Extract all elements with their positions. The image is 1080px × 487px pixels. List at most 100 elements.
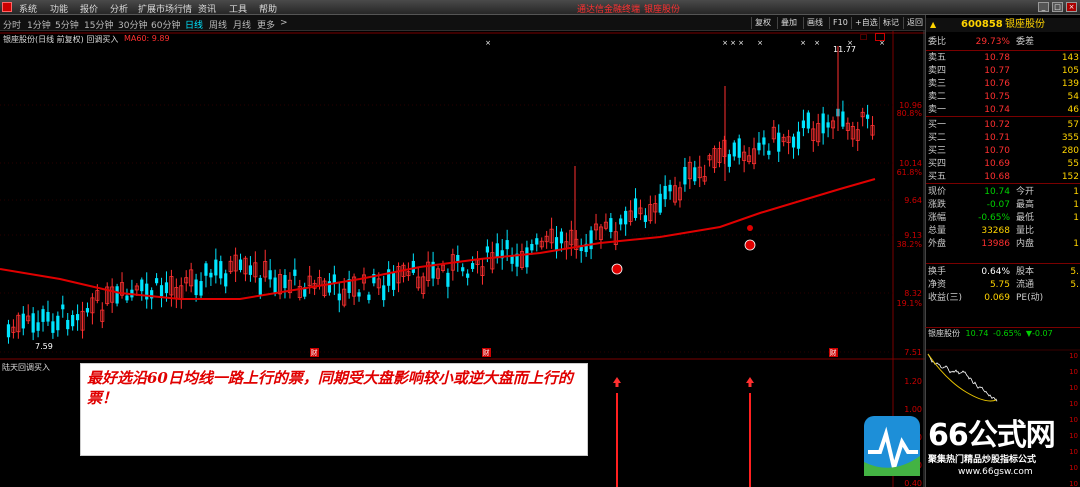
finance-marker-label: 财 — [483, 348, 490, 357]
quote-header: ▲ 600858 银座股份 — [926, 18, 1080, 32]
low-price-label: 7.59 — [35, 342, 53, 351]
buy-level-label: 买二 — [928, 133, 947, 143]
candle-body — [164, 282, 169, 294]
menu-item-quote[interactable]: 报价 — [80, 2, 98, 15]
stat2-a: 收益(三) — [928, 293, 963, 303]
tab-5min[interactable]: 5分钟 — [55, 18, 79, 31]
candle-body — [609, 218, 613, 233]
buy-level-row: 买四 10.69 55 — [926, 158, 1080, 171]
menu-item-analysis[interactable]: 分析 — [110, 2, 128, 15]
back-button[interactable]: 返回 — [903, 17, 926, 29]
signal-cross-mark: × — [730, 39, 736, 47]
stat-a: 外盘 — [928, 239, 947, 249]
buy-level-vol: 57 — [1067, 120, 1079, 130]
more-arrow-icon[interactable]: > — [280, 18, 288, 28]
candle-body — [85, 308, 90, 313]
signal-cross-mark: × — [738, 39, 744, 47]
sell-level-vol: 105 — [1061, 66, 1079, 76]
site-watermark: 66公式网 聚集热门精品炒股指标公式 www.66gsw.com — [862, 408, 1080, 487]
buy-level-price: 10.70 — [984, 146, 1010, 156]
tab-1min[interactable]: 1分钟 — [27, 18, 51, 31]
high-price-label: 11.77 — [833, 45, 856, 54]
price-tick: 8.32 — [904, 289, 922, 298]
tab-daily[interactable]: 日线 — [185, 18, 203, 31]
stat-d: 1 — [1073, 213, 1079, 223]
mini-chart-price: 10.74 — [965, 329, 989, 338]
pct-tick: 38.2% — [897, 240, 923, 249]
intraday-price-line — [927, 353, 998, 402]
draw-line-button[interactable]: 画线 — [803, 17, 826, 29]
candle-body — [36, 322, 40, 331]
stat2-a: 换手 — [928, 267, 947, 277]
candle-body — [145, 283, 149, 300]
sell-level-row: 卖三 10.76 139 — [926, 78, 1080, 91]
candle-body — [693, 167, 697, 182]
sell-level-price: 10.76 — [984, 79, 1010, 89]
menu-item-tools[interactable]: 工具 — [229, 2, 247, 15]
buy-signal-dot-small[interactable] — [747, 225, 753, 231]
stat-c: 内盘 — [1016, 239, 1035, 249]
stat-row: 总量 33268 量比 — [926, 225, 1080, 238]
candle-body — [737, 138, 741, 158]
tab-timeshare[interactable]: 分时 — [3, 18, 21, 31]
tab-weekly[interactable]: 周线 — [209, 18, 227, 31]
f10-button[interactable]: F10 — [829, 17, 851, 29]
mini-chart-title: 银座股份 — [928, 329, 960, 338]
buy-level-label: 买四 — [928, 159, 947, 169]
candle-body — [826, 122, 830, 128]
sell-level-price: 10.75 — [984, 92, 1010, 102]
tab-60min[interactable]: 60分钟 — [151, 18, 180, 31]
signal-cross-mark: × — [800, 39, 806, 47]
candle-body — [71, 315, 75, 327]
buy-level-label: 买三 — [928, 146, 947, 156]
stat-b: 13986 — [981, 239, 1010, 249]
buy-signal-dot[interactable] — [611, 263, 623, 275]
tab-15min[interactable]: 15分钟 — [84, 18, 113, 31]
mini-chart-change: -0.65% — [993, 329, 1022, 338]
candle-body — [446, 272, 450, 287]
tab-monthly[interactable]: 月线 — [233, 18, 251, 31]
candle-body — [589, 230, 593, 250]
candle-body — [658, 193, 662, 213]
close-icon[interactable]: × — [1066, 2, 1077, 12]
stat-c: 今开 — [1016, 187, 1035, 197]
watermark-url: www.66gsw.com — [958, 467, 1033, 477]
buy-signal-dot[interactable] — [744, 239, 756, 251]
stock-name: 银座股份 — [1005, 19, 1045, 30]
menu-item-system[interactable]: 系统 — [19, 2, 37, 15]
window-stock-name: 银座股份 — [644, 5, 681, 15]
candle-body — [757, 142, 761, 151]
mark-button[interactable]: 标记 — [879, 17, 902, 29]
watermark-title: 66公式网 — [928, 418, 1056, 453]
candle-body — [273, 277, 277, 293]
buy-level-price: 10.69 — [984, 159, 1010, 169]
candle-body — [579, 246, 583, 252]
menu-item-news[interactable]: 资讯 — [198, 2, 216, 15]
candle-body — [777, 132, 781, 152]
overlay-button[interactable]: 叠加 — [777, 17, 800, 29]
candle-body — [732, 142, 736, 157]
tab-30min[interactable]: 30分钟 — [118, 18, 147, 31]
dropdown-icon[interactable]: ▲ — [930, 18, 936, 31]
candle-body — [248, 265, 253, 275]
tab-more[interactable]: 更多 — [257, 18, 275, 31]
menu-item-extended-market[interactable]: 扩展市场行情 — [138, 2, 192, 15]
menu-item-function[interactable]: 功能 — [50, 2, 68, 15]
stat-b: 10.74 — [984, 187, 1010, 197]
sell-level-row: 卖二 10.75 54 — [926, 91, 1080, 104]
sell-level-label: 卖三 — [928, 79, 947, 89]
menu-item-help[interactable]: 帮助 — [259, 2, 277, 15]
candle-body — [357, 292, 361, 297]
candle-body — [224, 273, 228, 287]
minimize-icon[interactable]: _ — [1038, 2, 1049, 12]
price-tick: 7.51 — [904, 348, 922, 357]
chart-mode-icon[interactable]: ☐ — [860, 33, 867, 42]
buy-level-price: 10.72 — [984, 120, 1010, 130]
buy-level-row: 买二 10.71 355 — [926, 132, 1080, 145]
chart-settings-icon[interactable] — [875, 33, 885, 41]
adjust-button[interactable]: 复权 — [751, 17, 774, 29]
maximize-icon[interactable]: □ — [1052, 2, 1063, 12]
weibi-value: 29.73% — [975, 37, 1010, 47]
sell-level-price: 10.77 — [984, 66, 1010, 76]
add-favorite-button[interactable]: +自选 — [851, 17, 881, 29]
